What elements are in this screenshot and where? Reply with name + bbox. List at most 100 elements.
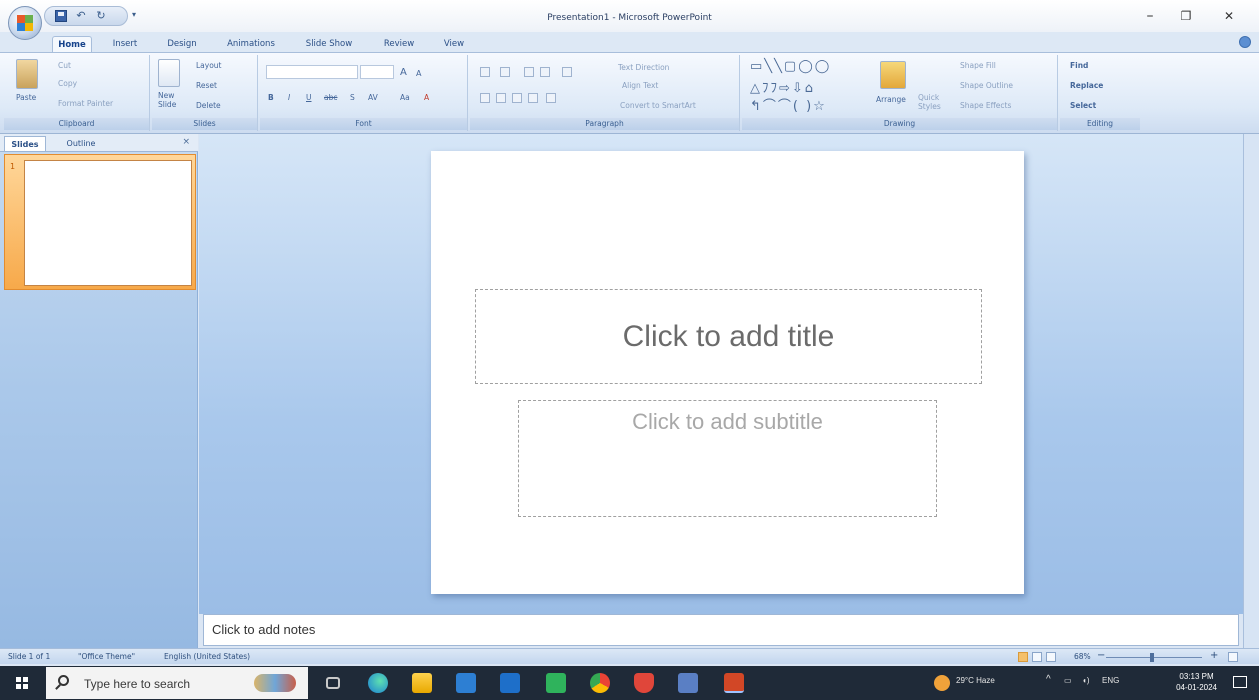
grow-font-button[interactable]: A <box>400 67 407 78</box>
copy-button[interactable]: Copy <box>58 79 77 88</box>
replace-button[interactable]: Replace <box>1070 81 1103 90</box>
tab-review[interactable]: Review <box>374 36 424 52</box>
minimize-button[interactable]: – <box>1141 8 1159 24</box>
title-placeholder[interactable]: Click to add title <box>475 289 982 384</box>
zoom-in-button[interactable]: + <box>1210 650 1218 661</box>
shapes-gallery-row2[interactable]: △ﾌﾌ⇨⇩⌂ <box>750 77 815 96</box>
font-family-select[interactable] <box>266 65 358 79</box>
start-button[interactable] <box>0 666 44 700</box>
slide-show-view-icon[interactable] <box>1046 652 1056 662</box>
paste-button[interactable]: Paste <box>16 93 36 102</box>
reset-button[interactable]: Reset <box>196 81 217 90</box>
shape-effects-button[interactable]: Shape Effects <box>960 101 1011 110</box>
format-painter-button[interactable]: Format Painter <box>58 99 113 108</box>
find-button[interactable]: Find <box>1070 61 1088 70</box>
tab-home[interactable]: Home <box>52 36 92 52</box>
notes-placeholder[interactable]: Click to add notes <box>212 622 315 637</box>
weather-icon[interactable] <box>934 675 950 691</box>
shape-fill-button[interactable]: Shape Fill <box>960 61 996 70</box>
cut-button[interactable]: Cut <box>58 61 71 70</box>
task-view-icon[interactable] <box>326 677 340 689</box>
tray-overflow-icon[interactable]: ^ <box>1046 674 1051 685</box>
app-icon-green[interactable] <box>546 673 566 693</box>
arrange-icon[interactable] <box>880 61 906 89</box>
align-text-button[interactable]: Align Text <box>622 81 658 90</box>
weather-text[interactable]: 29°C Haze <box>956 676 995 685</box>
italic-button[interactable]: I <box>288 93 290 102</box>
pane-tabs: Slides Outline × <box>0 134 198 152</box>
tab-view[interactable]: View <box>436 36 472 52</box>
tab-insert[interactable]: Insert <box>104 36 146 52</box>
zoom-slider-thumb[interactable] <box>1150 653 1154 662</box>
select-button[interactable]: Select <box>1070 101 1096 110</box>
network-icon[interactable]: ▭ <box>1064 676 1072 685</box>
justify-icon[interactable] <box>528 93 538 103</box>
powerpoint-taskbar-icon[interactable] <box>724 673 744 693</box>
bullets-icon[interactable] <box>480 67 490 77</box>
close-pane-icon[interactable]: × <box>182 137 190 147</box>
shape-outline-button[interactable]: Shape Outline <box>960 81 1013 90</box>
tab-slides[interactable]: Slides <box>4 136 46 151</box>
tab-slide-show[interactable]: Slide Show <box>296 36 362 52</box>
brave-icon[interactable] <box>634 673 654 693</box>
new-slide-button[interactable]: New Slide <box>158 91 182 109</box>
shrink-font-button[interactable]: A <box>416 69 421 78</box>
layout-button[interactable]: Layout <box>196 61 222 70</box>
columns-icon[interactable] <box>546 93 556 103</box>
numbering-icon[interactable] <box>500 67 510 77</box>
help-icon[interactable] <box>1239 36 1251 48</box>
chrome-icon[interactable] <box>590 673 610 693</box>
mail-icon[interactable] <box>500 673 520 693</box>
edge-icon[interactable] <box>368 673 388 693</box>
clock-time: 03:13 PM <box>1179 672 1214 681</box>
new-slide-icon[interactable] <box>158 59 180 87</box>
zoom-slider-track[interactable] <box>1106 657 1202 658</box>
increase-indent-icon[interactable] <box>540 67 550 77</box>
office-button[interactable] <box>8 6 42 40</box>
notification-icon[interactable] <box>1233 676 1247 688</box>
change-case-button[interactable]: Aa <box>400 93 410 102</box>
text-direction-button[interactable]: Text Direction <box>618 63 669 72</box>
tab-design[interactable]: Design <box>158 36 206 52</box>
vertical-scrollbar[interactable] <box>1243 134 1259 648</box>
taskbar-clock[interactable]: 03:13 PM 04-01-2024 <box>1176 671 1217 693</box>
align-center-icon[interactable] <box>496 93 506 103</box>
delete-button[interactable]: Delete <box>196 101 221 110</box>
arrange-button[interactable]: Arrange <box>876 95 906 104</box>
input-language[interactable]: ENG <box>1102 676 1119 685</box>
normal-view-icon[interactable] <box>1018 652 1028 662</box>
volume-icon[interactable]: ◖) <box>1082 676 1090 685</box>
align-right-icon[interactable] <box>512 93 522 103</box>
paste-icon[interactable] <box>16 59 38 89</box>
convert-smartart-button[interactable]: Convert to SmartArt <box>620 101 696 110</box>
maximize-button[interactable]: ❐ <box>1177 8 1195 24</box>
character-spacing-button[interactable]: AV <box>368 93 378 102</box>
notes-pane[interactable]: Click to add notes <box>203 614 1239 646</box>
strikethrough-button[interactable]: abc <box>324 93 337 102</box>
tab-outline[interactable]: Outline <box>56 136 106 151</box>
align-left-icon[interactable] <box>480 93 490 103</box>
slide-sorter-view-icon[interactable] <box>1032 652 1042 662</box>
tab-animations[interactable]: Animations <box>218 36 284 52</box>
subtitle-placeholder[interactable]: Click to add subtitle <box>518 400 937 517</box>
slide-thumbnail[interactable] <box>24 160 192 286</box>
taskbar-search-box[interactable]: Type here to search <box>46 667 308 699</box>
font-size-select[interactable] <box>360 65 394 79</box>
app-icon-blue[interactable] <box>678 673 698 693</box>
bold-button[interactable]: B <box>268 93 274 102</box>
line-spacing-icon[interactable] <box>562 67 572 77</box>
zoom-out-button[interactable]: − <box>1097 650 1105 661</box>
shapes-gallery-row3[interactable]: ↰⌒⌒( )☆ <box>750 95 827 114</box>
fit-to-window-icon[interactable] <box>1228 652 1238 662</box>
decrease-indent-icon[interactable] <box>524 67 534 77</box>
underline-button[interactable]: U <box>306 93 312 102</box>
store-icon[interactable] <box>456 673 476 693</box>
close-button[interactable]: ✕ <box>1220 8 1238 24</box>
quick-styles-button[interactable]: Quick Styles <box>918 93 946 111</box>
shapes-gallery[interactable]: ▭╲╲▢◯◯ <box>750 59 831 74</box>
shadow-button[interactable]: S <box>350 93 355 102</box>
search-input[interactable]: Type here to search <box>84 677 190 691</box>
file-explorer-icon[interactable] <box>412 673 432 693</box>
theme-name: "Office Theme" <box>78 652 136 661</box>
font-color-button[interactable]: A <box>424 93 429 102</box>
